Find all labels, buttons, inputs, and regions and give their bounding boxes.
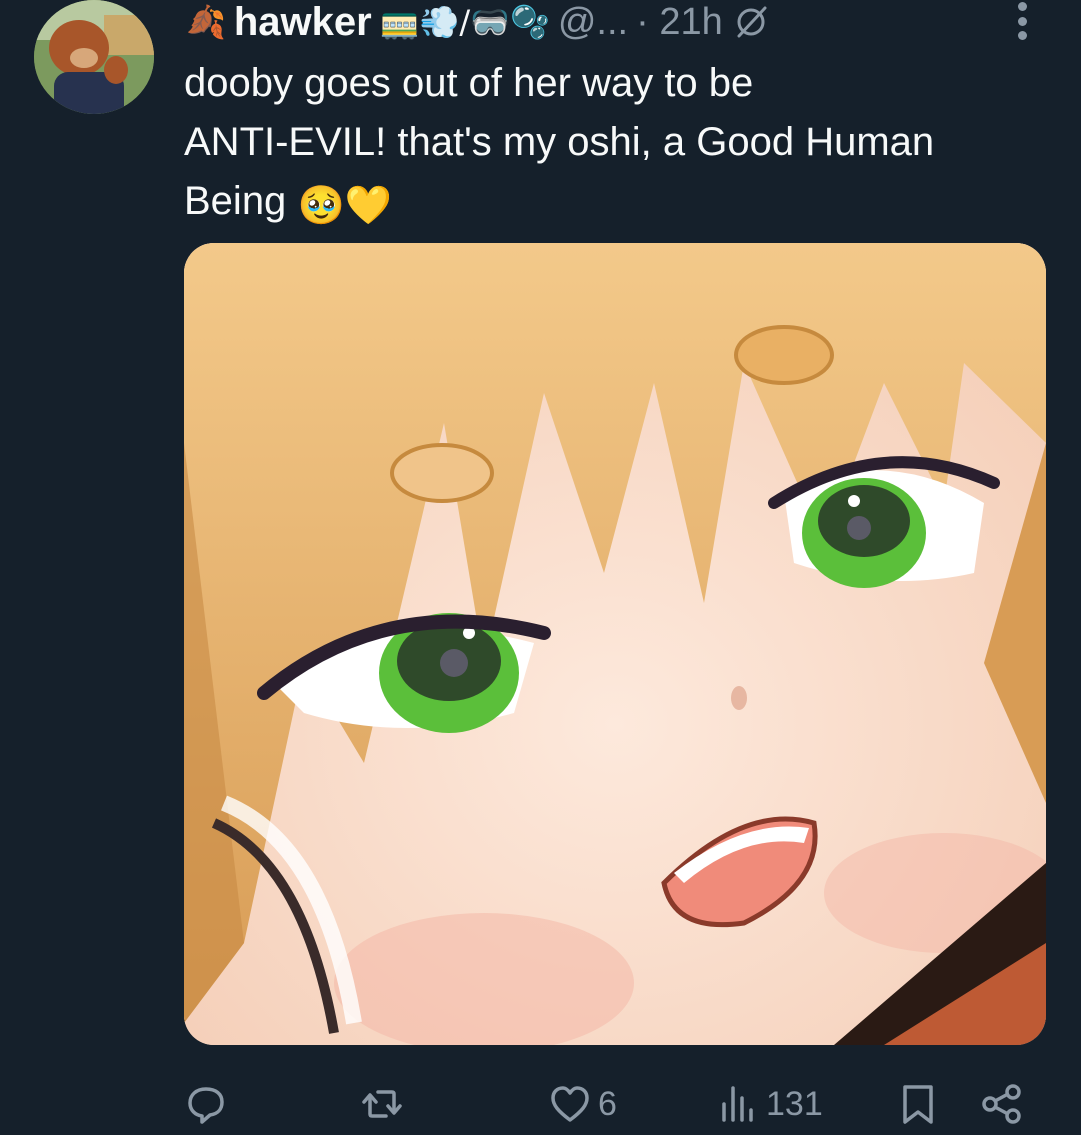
reply-icon xyxy=(188,1087,224,1124)
like-count: 6 xyxy=(598,1084,617,1123)
tweet-media-image[interactable] xyxy=(184,243,1046,1045)
tweet-text-line-2: ANTI-EVIL! that's my oshi, a Good Human xyxy=(184,120,935,164)
tweet-text-line-3-words: Being xyxy=(184,179,287,223)
views-icon xyxy=(722,1086,753,1122)
name-emojis: 🚃💨/🥽🫧 xyxy=(379,3,550,41)
tweet-text-line-3: Being 🥹💛 xyxy=(184,172,1054,231)
tweet-header: 🍂 hawker 🚃💨/🥽🫧 @... · 21h xyxy=(186,0,771,50)
anime-face-illustration xyxy=(184,243,1046,1045)
views-count: 131 xyxy=(766,1084,823,1123)
reply-button[interactable] xyxy=(184,1074,234,1134)
retweet-icon xyxy=(362,1090,402,1118)
text-emojis: 🥹💛 xyxy=(297,185,393,227)
grok-icon[interactable] xyxy=(731,2,771,42)
avatar-image xyxy=(34,0,154,114)
bookmark-icon xyxy=(903,1085,933,1124)
user-handle[interactable]: @... xyxy=(558,1,628,44)
avatar[interactable] xyxy=(34,0,154,114)
share-button[interactable] xyxy=(980,1074,1024,1134)
heart-icon xyxy=(551,1086,589,1122)
name-emoji-leaf: 🍂 xyxy=(186,3,226,41)
retweet-button[interactable] xyxy=(360,1074,410,1134)
tweet-text: dooby goes out of her way to be ANTI-EVI… xyxy=(184,54,1054,231)
more-options-icon[interactable] xyxy=(1008,2,1036,40)
tweet-text-line-1: dooby goes out of her way to be xyxy=(184,61,754,105)
bookmark-button[interactable] xyxy=(896,1074,940,1134)
like-button[interactable]: 6 xyxy=(548,1074,617,1134)
views-button[interactable]: 131 xyxy=(716,1074,823,1134)
tweet-actions: 6 131 xyxy=(184,1074,1046,1134)
timestamp[interactable]: · 21h xyxy=(636,1,723,44)
share-icon xyxy=(982,1084,1021,1124)
display-name[interactable]: hawker xyxy=(234,0,372,45)
